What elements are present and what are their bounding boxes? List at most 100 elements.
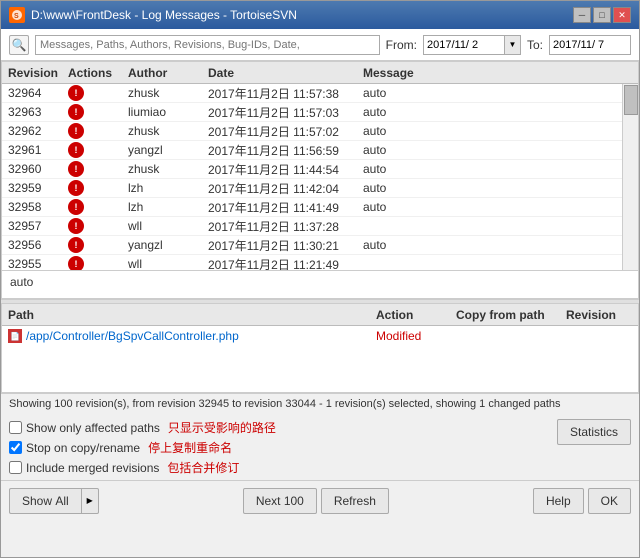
titlebar: S D:\www\FrontDesk - Log Messages - Tort…: [1, 1, 639, 29]
right-buttons: Help OK: [533, 488, 631, 514]
action-icon: !: [68, 218, 84, 234]
option-label-en-2: Stop on copy/rename: [26, 441, 140, 455]
cell-date: 2017年11月2日 11:57:38: [206, 85, 361, 102]
cell-author: yangzl: [126, 143, 206, 157]
status-text: Showing 100 revision(s), from revision 3…: [9, 398, 561, 410]
action-icon: !: [68, 123, 84, 139]
ok-button[interactable]: OK: [588, 488, 631, 514]
cell-date: 2017年11月2日 11:21:49: [206, 256, 361, 271]
cell-author: zhusk: [126, 162, 206, 176]
scrollbar-thumb[interactable]: [624, 85, 638, 115]
cell-date: 2017年11月2日 11:42:04: [206, 180, 361, 197]
help-button[interactable]: Help: [533, 488, 584, 514]
cell-revision: 32956: [6, 238, 66, 252]
table-scrollbar[interactable]: [622, 84, 638, 270]
table-row[interactable]: 32956 ! yangzl 2017年11月2日 11:30:21 auto: [2, 236, 638, 255]
col-header-actions: Actions: [66, 66, 126, 80]
table-header: Revision Actions Author Date Message: [2, 62, 638, 84]
from-date-input[interactable]: ▼: [423, 35, 521, 55]
close-button[interactable]: ✕: [613, 7, 631, 23]
stats-col: Statistics: [519, 415, 639, 480]
table-row[interactable]: 32955 ! wll 2017年11月2日 11:21:49: [2, 255, 638, 270]
statistics-button[interactable]: Statistics: [557, 419, 631, 445]
cell-actions: !: [66, 180, 126, 196]
from-date-field[interactable]: [424, 36, 504, 54]
cell-actions: !: [66, 237, 126, 253]
option-checkbox-3[interactable]: [9, 461, 22, 474]
action-icon: !: [68, 180, 84, 196]
app-icon: S: [9, 7, 25, 23]
cell-author: lzh: [126, 200, 206, 214]
cell-revision: 32957: [6, 219, 66, 233]
cell-message: auto: [361, 105, 634, 119]
cell-revision: 32955: [6, 257, 66, 270]
cell-action: Modified: [374, 329, 454, 343]
table-row[interactable]: 32957 ! wll 2017年11月2日 11:37:28: [2, 217, 638, 236]
action-icon: !: [68, 237, 84, 253]
action-icon: !: [68, 161, 84, 177]
cell-author: zhusk: [126, 124, 206, 138]
table-row[interactable]: 32963 ! liumiao 2017年11月2日 11:57:03 auto: [2, 103, 638, 122]
cell-actions: !: [66, 104, 126, 120]
table-row[interactable]: 32961 ! yangzl 2017年11月2日 11:56:59 auto: [2, 141, 638, 160]
table-row[interactable]: 32964 ! zhusk 2017年11月2日 11:57:38 auto: [2, 84, 638, 103]
statusbar: Showing 100 revision(s), from revision 3…: [1, 393, 639, 415]
cell-revision: 32961: [6, 143, 66, 157]
window-controls: ─ □ ✕: [573, 7, 631, 23]
path-row[interactable]: 📄 /app/Controller/BgSpvCallController.ph…: [2, 326, 638, 346]
to-date-field[interactable]: [550, 36, 630, 54]
option-checkbox-2[interactable]: [9, 441, 22, 454]
option-row-1: Show only affected paths 只显示受影响的路径: [9, 419, 511, 436]
maximize-button[interactable]: □: [593, 7, 611, 23]
table-row[interactable]: 32962 ! zhusk 2017年11月2日 11:57:02 auto: [2, 122, 638, 141]
cell-date: 2017年11月2日 11:44:54: [206, 161, 361, 178]
options-row: Show only affected paths 只显示受影响的路径 Stop …: [1, 415, 639, 480]
cell-revision: 32959: [6, 181, 66, 195]
to-date-input[interactable]: [549, 35, 631, 55]
to-label: To:: [527, 38, 543, 52]
option-label-en-1: Show only affected paths: [26, 421, 160, 435]
cell-revision: 32960: [6, 162, 66, 176]
cell-author: wll: [126, 257, 206, 270]
action-icon: !: [68, 142, 84, 158]
show-label: Show: [22, 494, 52, 508]
show-all-dropdown-btn[interactable]: ▶: [81, 488, 99, 514]
options-col: Show only affected paths 只显示受影响的路径 Stop …: [1, 415, 519, 480]
pcol-header-path: Path: [6, 308, 374, 322]
next-100-button[interactable]: Next 100: [243, 488, 317, 514]
cell-revision: 32964: [6, 86, 66, 100]
cell-date: 2017年11月2日 11:57:02: [206, 123, 361, 140]
refresh-button[interactable]: Refresh: [321, 488, 389, 514]
minimize-button[interactable]: ─: [573, 7, 591, 23]
search-input[interactable]: [35, 35, 380, 55]
cell-message: auto: [361, 238, 634, 252]
cell-date: 2017年11月2日 11:56:59: [206, 142, 361, 159]
action-icon: !: [68, 85, 84, 101]
cell-date: 2017年11月2日 11:57:03: [206, 104, 361, 121]
show-all-button[interactable]: Show All: [9, 488, 81, 514]
option-label-cn-2: 停上复制重命名: [148, 439, 232, 456]
table-row[interactable]: 32959 ! lzh 2017年11月2日 11:42:04 auto: [2, 179, 638, 198]
cell-author: wll: [126, 219, 206, 233]
option-checkbox-1[interactable]: [9, 421, 22, 434]
cell-path: 📄 /app/Controller/BgSpvCallController.ph…: [6, 329, 374, 343]
path-table-body: 📄 /app/Controller/BgSpvCallController.ph…: [2, 326, 638, 346]
cell-revision: 32958: [6, 200, 66, 214]
cell-author: liumiao: [126, 105, 206, 119]
cell-message: auto: [361, 143, 634, 157]
cell-message: auto: [361, 200, 634, 214]
pcol-header-copy: Copy from path: [454, 308, 564, 322]
cell-revision: 32963: [6, 105, 66, 119]
cell-author: yangzl: [126, 238, 206, 252]
path-file-icon: 📄: [8, 329, 22, 343]
cell-message: auto: [361, 124, 634, 138]
table-row[interactable]: 32960 ! zhusk 2017年11月2日 11:44:54 auto: [2, 160, 638, 179]
cell-actions: !: [66, 123, 126, 139]
from-date-dropdown-btn[interactable]: ▼: [504, 36, 520, 54]
cell-author: lzh: [126, 181, 206, 195]
window-title: D:\www\FrontDesk - Log Messages - Tortoi…: [31, 8, 573, 22]
pcol-header-action: Action: [374, 308, 454, 322]
message-text: auto: [10, 275, 33, 289]
table-row[interactable]: 32958 ! lzh 2017年11月2日 11:41:49 auto: [2, 198, 638, 217]
action-icon: !: [68, 256, 84, 270]
